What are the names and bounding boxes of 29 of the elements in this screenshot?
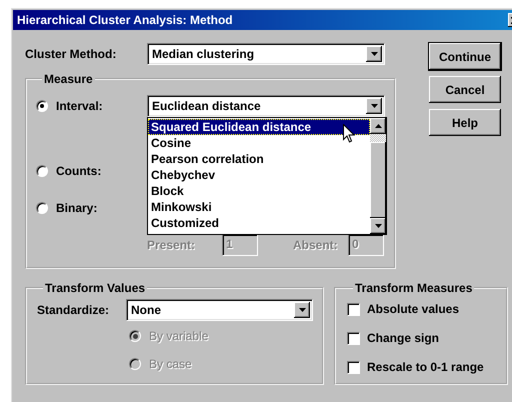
- checkbox-label: Rescale to 0-1 range: [367, 360, 484, 374]
- field-label: Present:: [147, 238, 196, 252]
- checkbox-label: Absolute values: [367, 302, 460, 316]
- list-item[interactable]: Customized: [148, 215, 370, 231]
- measure-dropdown[interactable]: Euclidean distance: [147, 95, 385, 117]
- dialog-button[interactable]: Help: [429, 109, 501, 136]
- list-item[interactable]: Pearson correlation: [148, 151, 370, 167]
- dialog-button[interactable]: Continue: [429, 43, 501, 70]
- group-title: Transform Measures: [354, 281, 474, 295]
- group-title: Measure: [43, 72, 94, 86]
- list-item[interactable]: Cosine: [148, 135, 370, 151]
- list-item[interactable]: Chebychev: [148, 167, 370, 183]
- dialog-button[interactable]: Cancel: [429, 76, 501, 103]
- list-item[interactable]: Squared Euclidean distance: [148, 119, 370, 135]
- radio-label: By case: [149, 357, 192, 371]
- radio-label: Interval:: [56, 99, 103, 113]
- field-label: Absent:: [293, 238, 339, 252]
- method-dropdown[interactable]: Median clustering: [147, 43, 385, 65]
- radio-label: Counts:: [56, 164, 102, 178]
- radio-label: Binary:: [56, 201, 98, 215]
- window-title: Hierarchical Cluster Analysis: Method: [17, 13, 233, 27]
- list-item[interactable]: Block: [148, 183, 370, 199]
- field-label: Cluster Method:: [25, 47, 118, 61]
- list-item[interactable]: Minkowski: [148, 199, 370, 215]
- standardize-dropdown[interactable]: None: [126, 299, 313, 321]
- group-title: Transform Values: [44, 281, 146, 295]
- field-label: Standardize:: [37, 303, 110, 317]
- radio-label: By variable: [149, 329, 208, 343]
- checkbox-label: Change sign: [367, 331, 440, 345]
